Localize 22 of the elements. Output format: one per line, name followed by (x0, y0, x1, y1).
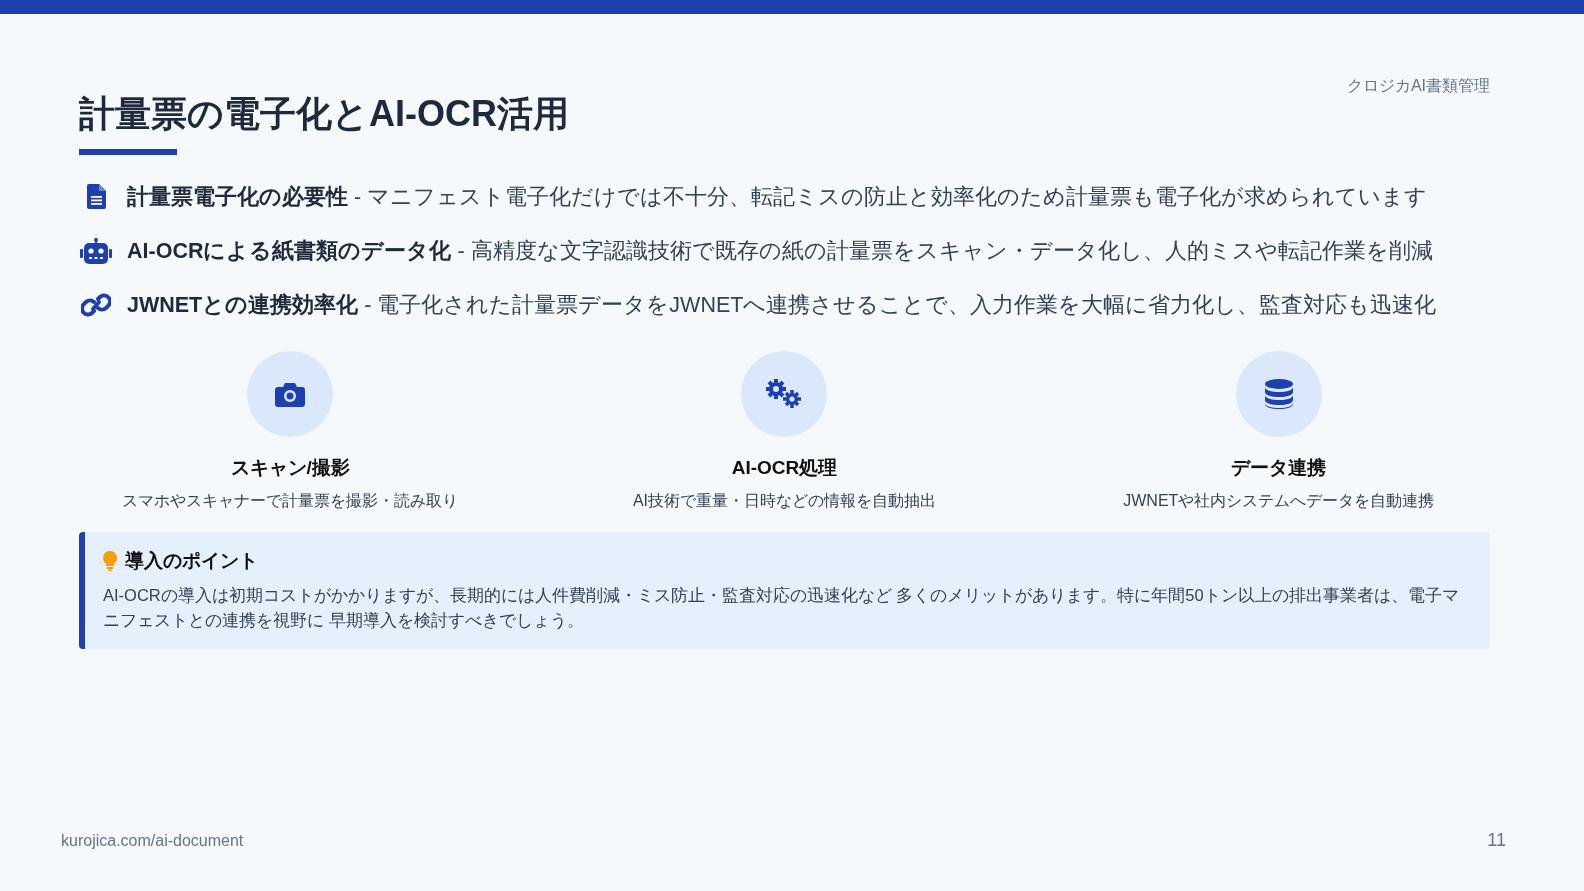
robot-icon (80, 237, 112, 264)
link-icon (81, 292, 111, 317)
database-icon (1264, 378, 1293, 409)
tip-text: AI-OCRの導入は初期コストがかかりますが、長期的には人件費削減・ミス防止・監査対応の迅速化など 多くのメリットがあります。特に年間50トン以上の排出事業者は、電子マニフェストとの連携を視野に 早期導入を検討すべきでしょう。 (103, 584, 1460, 631)
point-text: AI-OCRによる紙書類のデータ化 - 高精度な文字認識技術で既存の紙の計量票をスキャン・データ化し、人的ミスや転記作業を削減 (127, 238, 1433, 266)
slide-title: 計量票の電子化とAI-OCR活用 (79, 94, 569, 134)
tip-title: 導入のポイント (125, 548, 258, 573)
step-title: AI-OCR処理 (731, 455, 838, 480)
step-title: スキャン/撮影 (230, 455, 350, 480)
camera-icon (275, 380, 306, 407)
gears-icon (765, 378, 804, 409)
document-icon (86, 184, 106, 210)
footer-url: kurojica.com/ai-document (61, 831, 244, 850)
step-description: スマホやスキャナーで計量票を撮影・読み取り (122, 490, 459, 511)
brand-label: クロジカAI書類管理 (1346, 76, 1490, 96)
step-title: データ連携 (1231, 455, 1327, 480)
point-text: 計量票電子化の必要性 - マニフェスト電子化だけでは不十分、転記ミスの防止と効率化のため計量票も電子化が求められています (127, 184, 1428, 212)
page-number: 11 (1487, 830, 1506, 851)
step-description: AI技術で重量・日時などの情報を自動抽出 (632, 490, 937, 511)
step-description: JWNETや社内システムへデータを自動連携 (1123, 490, 1435, 511)
lightbulb-icon (103, 550, 117, 571)
point-text: JWNETとの連携効率化 - 電子化された計量票データをJWNETへ連携させることで、入力作業を大幅に省力化し、監査対応も迅速化 (127, 292, 1437, 320)
